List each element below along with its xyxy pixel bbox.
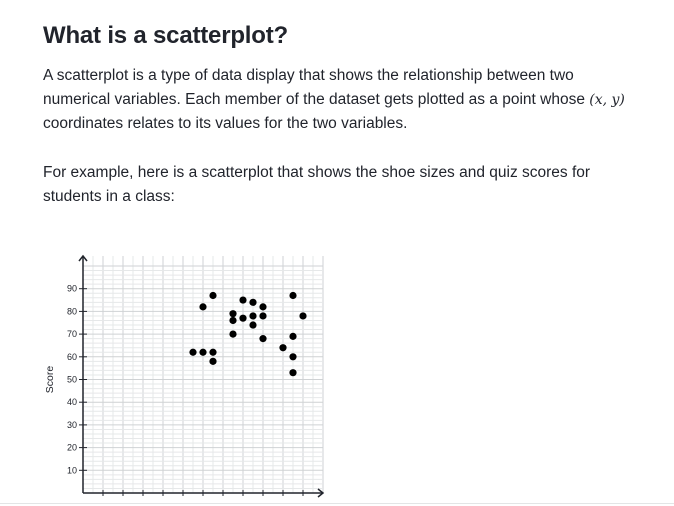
intro-text-end: coordinates relates to its values for th…: [43, 115, 408, 132]
data-point: [289, 291, 297, 300]
grid: [82, 256, 324, 494]
intro-text-start: A scatterplot is a type of data display …: [43, 67, 590, 108]
data-point: [259, 312, 267, 320]
data-point: [199, 303, 207, 311]
data-point: [289, 353, 297, 361]
y-tick-label: 30: [67, 420, 77, 430]
data-point: [209, 348, 217, 356]
data-point: [259, 335, 267, 343]
data-point: [289, 369, 297, 377]
data-point: [209, 291, 217, 300]
page-title: What is a scatterplot?: [43, 22, 288, 49]
data-point: [209, 357, 217, 365]
data-point: [189, 348, 197, 356]
y-tick-label: 70: [67, 329, 77, 339]
data-point: [289, 332, 297, 340]
coordinate-math: (x, y): [589, 92, 625, 108]
data-point: [229, 310, 237, 318]
data-point: [239, 314, 247, 322]
divider: [0, 503, 674, 504]
data-point: [229, 330, 237, 338]
data-point: [199, 348, 207, 356]
intro-paragraph: A scatterplot is a type of data display …: [43, 64, 633, 136]
data-point: [229, 316, 237, 325]
data-point: [239, 296, 247, 304]
scatterplot-chart: 10 20 30 40 50 60 70 80 90 Score: [44, 254, 325, 498]
data-point: [299, 312, 307, 320]
y-tick-label: 60: [67, 352, 77, 362]
data-point: [259, 303, 267, 311]
y-tick-label: 20: [67, 443, 77, 453]
data-point: [279, 344, 287, 352]
y-tick-label: 80: [67, 306, 77, 316]
y-tick-label: 90: [67, 284, 77, 294]
example-paragraph: For example, here is a scatterplot that …: [43, 164, 591, 205]
y-tick-label: 50: [67, 375, 77, 385]
y-tick-label: 10: [67, 465, 77, 475]
data-point: [249, 312, 257, 320]
data-point: [249, 298, 257, 306]
data-point: [249, 321, 257, 329]
y-tick-label: 40: [67, 397, 77, 407]
y-axis-title: Score: [44, 366, 56, 394]
